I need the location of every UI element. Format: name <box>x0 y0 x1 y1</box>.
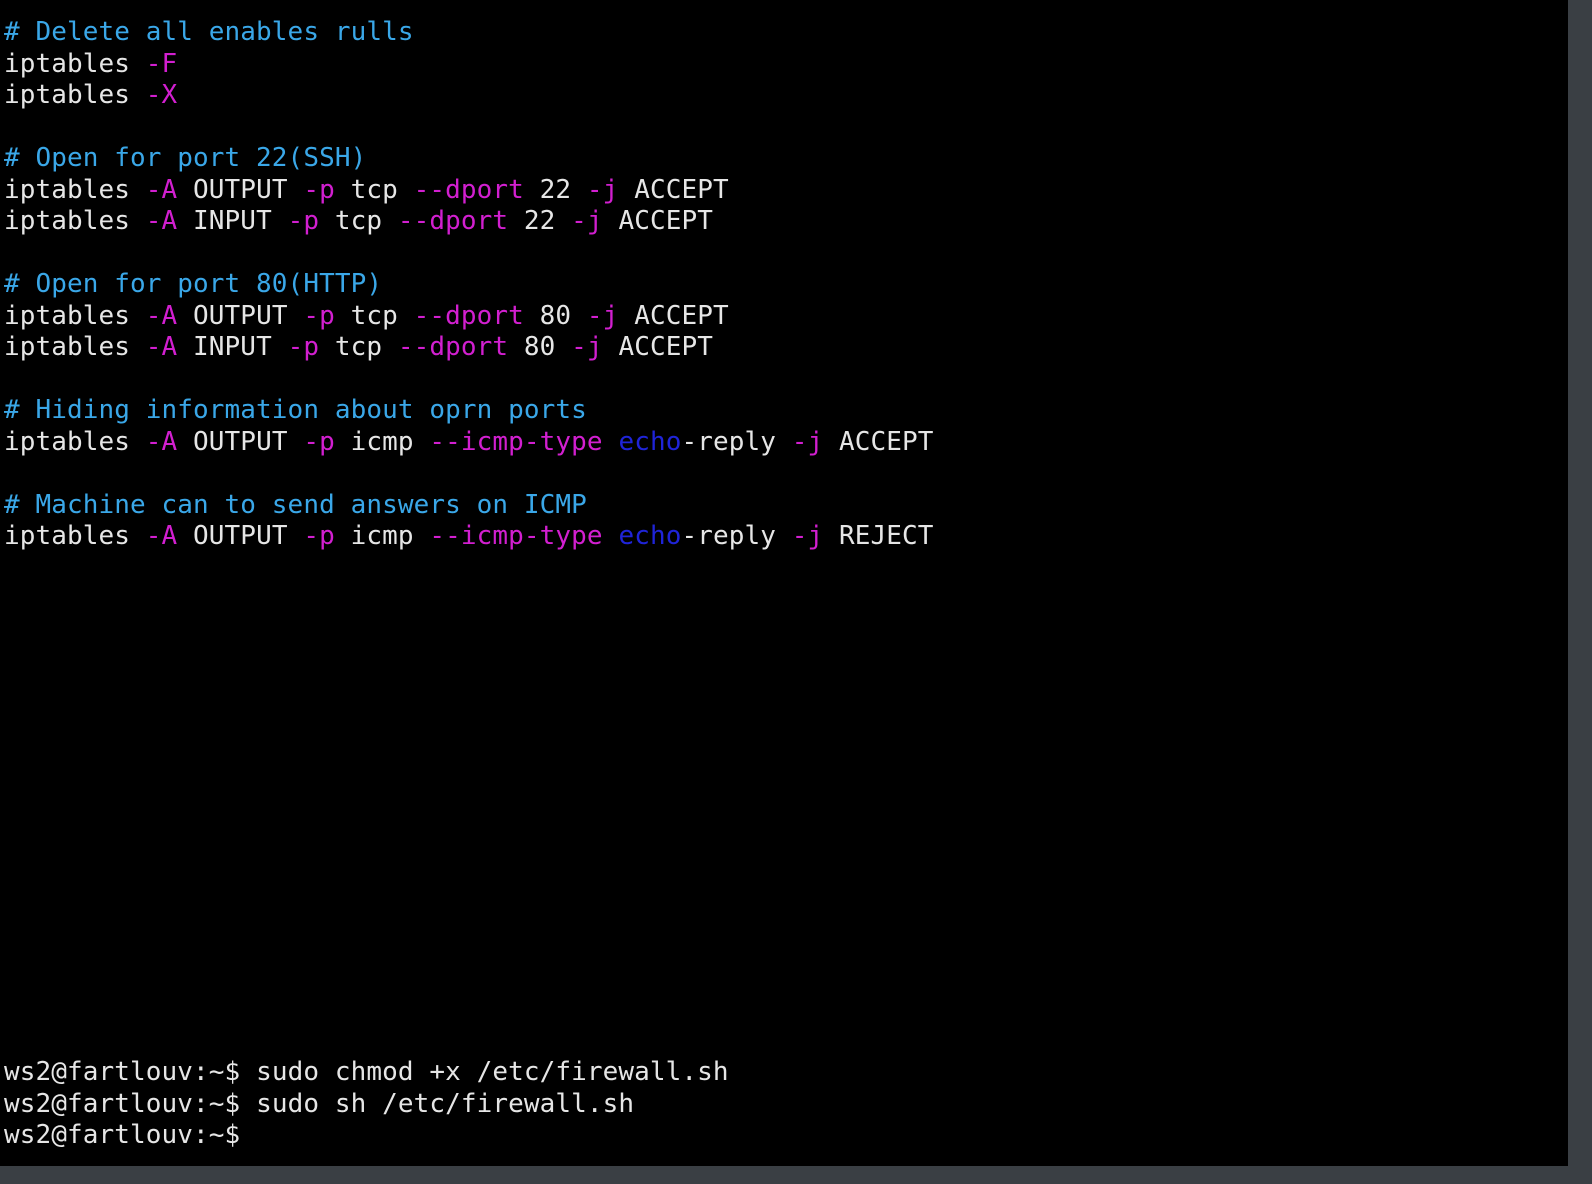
plain-token: icmp <box>334 426 430 457</box>
flag-token: --dport <box>413 174 524 205</box>
command-line: iptables -X <box>4 80 934 112</box>
flag-token: -A <box>145 332 178 362</box>
plain-token: iptables <box>4 426 146 457</box>
shell-command: sudo sh /etc/firewall.sh <box>240 1088 635 1119</box>
terminal-window[interactable]: # Delete all enables rulls iptables -F ipt… <box>0 0 1568 1166</box>
flag-token: -j <box>791 521 824 551</box>
flag-token: -j <box>586 174 619 205</box>
plain-token: iptables <box>4 300 146 331</box>
comment-token: # Open for port 80(HTTP) <box>4 269 383 299</box>
plain-token: 22 <box>523 174 587 205</box>
command-line: iptables -A OUTPUT -p icmp --icmp-type e… <box>4 521 934 553</box>
shell-line: ws2@fartlouv:~$ sudo chmod +x /etc/firew… <box>4 1057 729 1089</box>
flag-token: -j <box>586 300 619 331</box>
comment-line: # Delete all enables rulls <box>4 17 934 49</box>
flag-token: --dport <box>413 300 524 331</box>
plain-token: OUTPUT <box>177 174 304 205</box>
flag-token: -A <box>145 426 178 457</box>
plain-token: iptables <box>4 48 146 79</box>
plain-token: tcp <box>319 332 398 362</box>
comment-token: # Machine can to send answers on ICMP <box>4 489 587 520</box>
plain-token: tcp <box>334 300 414 331</box>
comment-line: # Machine can to send answers on ICMP <box>4 490 934 522</box>
plain-token: icmp <box>334 521 430 551</box>
command-line: iptables -A OUTPUT -p icmp --icmp-type e… <box>4 427 934 459</box>
flag-token: --icmp-type <box>429 521 603 551</box>
command-line: iptables -A OUTPUT -p tcp --dport 80 -j … <box>4 301 934 333</box>
flag-token: -A <box>145 521 178 551</box>
command-line: iptables -A INPUT -p tcp --dport 22 -j A… <box>4 206 934 238</box>
command-line: iptables -F <box>4 49 934 81</box>
plain-token: iptables <box>4 332 146 362</box>
comment-line: # Open for port 80(HTTP) <box>4 269 934 301</box>
keyword-token: echo <box>618 426 682 457</box>
flag-token: -X <box>145 80 178 110</box>
flag-token: -j <box>791 426 824 457</box>
flag-token: -p <box>303 521 335 551</box>
plain-token: ACCEPT <box>823 426 934 457</box>
flag-token: -A <box>145 206 178 236</box>
window-right-edge <box>1568 0 1592 1184</box>
plain-token: -reply <box>681 521 792 551</box>
plain-token: ACCEPT <box>602 206 713 236</box>
plain-token: REJECT <box>823 521 934 551</box>
comment-line: # Open for port 22(SSH) <box>4 143 934 175</box>
plain-token: iptables <box>4 521 146 551</box>
shell-line: ws2@fartlouv:~$ sudo sh /etc/firewall.sh <box>4 1089 729 1121</box>
flag-token: --dport <box>397 206 509 236</box>
shell-prompt: ws2@fartlouv:~$ <box>4 1088 241 1119</box>
shell-line: ws2@fartlouv:~$ <box>4 1120 729 1152</box>
flag-token: -F <box>145 48 178 79</box>
flag-token: -A <box>145 300 178 331</box>
plain-token: 80 <box>508 332 572 362</box>
flag-token: -A <box>145 174 178 205</box>
comment-token: # Hiding information about oprn ports <box>4 395 587 425</box>
plain-token: OUTPUT <box>177 300 304 331</box>
flag-token: -p <box>303 300 335 331</box>
shell-session[interactable]: ws2@fartlouv:~$ sudo chmod +x /etc/firew… <box>4 1057 729 1152</box>
plain-token: INPUT <box>177 332 288 362</box>
shell-prompt: ws2@fartlouv:~$ <box>4 1120 241 1150</box>
text-cursor[interactable] <box>240 1123 254 1149</box>
flag-token: --dport <box>397 332 509 362</box>
plain-token: 80 <box>523 300 587 331</box>
command-line: iptables -A OUTPUT -p tcp --dport 22 -j … <box>4 175 934 207</box>
comment-token: # Delete all enables rulls <box>4 17 414 47</box>
plain-token: OUTPUT <box>177 521 304 551</box>
flag-token: -j <box>571 206 603 236</box>
plain-token: 22 <box>508 206 572 236</box>
flag-token: -p <box>303 426 335 457</box>
flag-token: -j <box>571 332 603 362</box>
script-output: # Delete all enables rulls iptables -F ipt… <box>4 17 934 553</box>
plain-token: iptables <box>4 174 146 205</box>
flag-token: --icmp-type <box>429 426 603 457</box>
shell-command: sudo chmod +x /etc/firewall.sh <box>240 1057 729 1087</box>
plain-token: INPUT <box>177 206 288 236</box>
flag-token: -p <box>303 174 335 205</box>
flag-token: -p <box>287 332 320 362</box>
flag-token: -p <box>287 206 320 236</box>
comment-token: # Open for port 22(SSH) <box>4 143 367 173</box>
command-line: iptables -A INPUT -p tcp --dport 80 -j A… <box>4 332 934 364</box>
plain-token: ACCEPT <box>602 332 713 362</box>
plain-token: tcp <box>334 174 414 205</box>
plain-token: iptables <box>4 206 146 236</box>
plain-token: tcp <box>319 206 398 236</box>
comment-line: # Hiding information about oprn ports <box>4 395 934 427</box>
plain-token: OUTPUT <box>177 426 304 457</box>
plain-token: iptables <box>4 80 146 110</box>
plain-token: -reply <box>681 426 792 457</box>
keyword-token: echo <box>618 521 682 551</box>
window-bottom-edge <box>0 1166 1568 1184</box>
shell-prompt: ws2@fartlouv:~$ <box>4 1057 241 1087</box>
plain-token: ACCEPT <box>618 174 729 205</box>
plain-token: ACCEPT <box>618 300 729 331</box>
